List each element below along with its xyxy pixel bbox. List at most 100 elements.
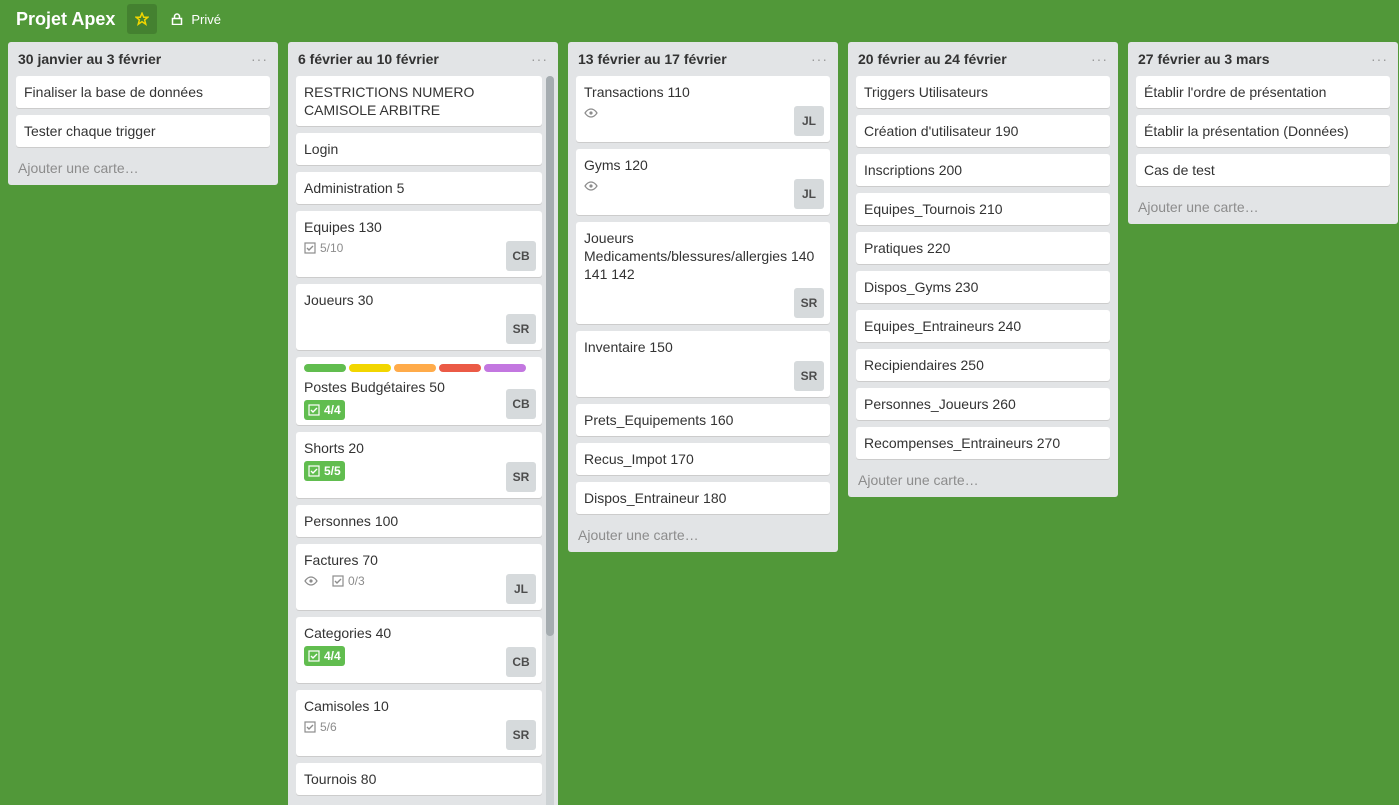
checklist-icon	[304, 721, 316, 733]
list-menu-button[interactable]: ···	[251, 52, 268, 66]
checklist-count: 0/3	[348, 574, 365, 588]
list-scrollbar[interactable]	[546, 76, 554, 805]
card[interactable]: Cas de test	[1136, 154, 1390, 186]
checklist-icon	[308, 465, 320, 477]
card[interactable]: Inscriptions 200	[856, 154, 1110, 186]
list-menu-button[interactable]: ···	[1371, 52, 1388, 66]
list-title[interactable]: 13 février au 17 février	[578, 51, 727, 67]
checklist-count: 4/4	[324, 649, 341, 663]
card[interactable]: Recompenses_Entraineurs 270	[856, 427, 1110, 459]
card[interactable]: Login	[296, 133, 542, 165]
star-icon	[135, 12, 150, 26]
card[interactable]: Établir l'ordre de présentation	[1136, 76, 1390, 108]
card[interactable]: Equipes 130 5/10 CB	[296, 211, 542, 277]
card[interactable]: RESTRICTIONS NUMERO CAMISOLE ARBITRE	[296, 76, 542, 126]
card[interactable]: Joueurs 30 SR	[296, 284, 542, 350]
checklist-badge: 0/3	[332, 574, 365, 588]
card[interactable]: Administration 5	[296, 172, 542, 204]
watch-badge	[584, 181, 602, 191]
list-menu-button[interactable]: ···	[811, 52, 828, 66]
checklist-icon	[308, 650, 320, 662]
add-card-button[interactable]: Ajouter une carte…	[568, 521, 838, 552]
checklist-icon	[308, 404, 320, 416]
checklist-icon	[332, 575, 344, 587]
card-title: RESTRICTIONS NUMERO CAMISOLE ARBITRE	[304, 84, 475, 118]
board-title[interactable]: Projet Apex	[16, 9, 115, 30]
card-title: Triggers Utilisateurs	[864, 84, 988, 100]
card[interactable]: Établir la présentation (Données)	[1136, 115, 1390, 147]
label-yellow	[349, 364, 391, 372]
card-title: Gyms 120	[584, 157, 648, 173]
card[interactable]: Joueurs Medicaments/blessures/allergies …	[576, 222, 830, 324]
checklist-badge: 5/10	[304, 241, 343, 255]
add-card-button[interactable]: Ajouter une carte…	[1128, 193, 1398, 224]
list: 13 février au 17 février ··· Transaction…	[568, 42, 838, 552]
avatar[interactable]: CB	[506, 241, 536, 271]
list: 30 janvier au 3 février ··· Finaliser la…	[8, 42, 278, 185]
avatar[interactable]: JL	[794, 179, 824, 209]
list-menu-button[interactable]: ···	[1091, 52, 1108, 66]
card[interactable]: Camisoles 10 5/6 SR	[296, 690, 542, 756]
card[interactable]: Pratiques 220	[856, 232, 1110, 264]
card[interactable]: Dispos_Gyms 230	[856, 271, 1110, 303]
avatar[interactable]: CB	[506, 647, 536, 677]
card-title: Tournois 80	[304, 771, 377, 787]
card-title: Categories 40	[304, 625, 392, 641]
card-title: Equipes_Tournois 210	[864, 201, 1003, 217]
checklist-count: 4/4	[324, 403, 341, 417]
checklist-badge: 4/4	[304, 646, 345, 666]
card[interactable]: Création d'utilisateur 190	[856, 115, 1110, 147]
card-title: Transactions 110	[584, 84, 690, 100]
card[interactable]: Equipes_Entraineurs 240	[856, 310, 1110, 342]
card[interactable]: Personnes 100	[296, 505, 542, 537]
card[interactable]: Gyms 120 JL	[576, 149, 830, 215]
card-title: Établir l'ordre de présentation	[1144, 84, 1327, 100]
card-title: Joueurs Medicaments/blessures/allergies …	[584, 230, 815, 282]
card[interactable]: Shorts 20 5/5 SR	[296, 432, 542, 498]
checklist-icon	[304, 242, 316, 254]
card[interactable]: Equipes_Tournois 210	[856, 193, 1110, 225]
avatar[interactable]: SR	[506, 462, 536, 492]
avatar[interactable]: JL	[506, 574, 536, 604]
card[interactable]: Prets_Equipements 160	[576, 404, 830, 436]
card-title: Tester chaque trigger	[24, 123, 156, 139]
card-title: Joueurs 30	[304, 292, 374, 308]
card[interactable]: Recus_Impot 170	[576, 443, 830, 475]
privacy-button[interactable]: Privé	[171, 12, 221, 27]
card[interactable]: Dispos_Entraineur 180	[576, 482, 830, 514]
card[interactable]: Finaliser la base de données	[16, 76, 270, 108]
checklist-count: 5/10	[320, 241, 344, 255]
card[interactable]: Inventaire 150 SR	[576, 331, 830, 397]
avatar[interactable]: JL	[794, 106, 824, 136]
scroll-thumb[interactable]	[546, 76, 554, 636]
label-orange	[394, 364, 436, 372]
card-title: Recipiendaires 250	[864, 357, 984, 373]
checklist-badge: 5/6	[304, 720, 337, 734]
add-card-button[interactable]: Ajouter une carte…	[848, 466, 1118, 497]
list-title[interactable]: 27 février au 3 mars	[1138, 51, 1270, 67]
avatar[interactable]: SR	[506, 720, 536, 750]
avatar[interactable]: SR	[794, 288, 824, 318]
add-card-button[interactable]: Ajouter une carte…	[8, 154, 278, 185]
card[interactable]: Postes Budgétaires 50 4/4 CB	[296, 357, 542, 425]
list-menu-button[interactable]: ···	[531, 52, 548, 66]
avatar[interactable]: CB	[506, 389, 536, 419]
avatar[interactable]: SR	[794, 361, 824, 391]
list-title[interactable]: 30 janvier au 3 février	[18, 51, 161, 67]
watch-badge	[304, 576, 322, 586]
card[interactable]: Triggers Utilisateurs	[856, 76, 1110, 108]
card[interactable]: Transactions 110 JL	[576, 76, 830, 142]
card[interactable]: Recipiendaires 250	[856, 349, 1110, 381]
card[interactable]: Tournois 80	[296, 763, 542, 795]
card-title: Cas de test	[1144, 162, 1215, 178]
avatar[interactable]: SR	[506, 314, 536, 344]
card-title: Login	[304, 141, 339, 157]
star-button[interactable]	[127, 4, 158, 34]
card[interactable]: Factures 70 0/3 JL	[296, 544, 542, 610]
card[interactable]: Personnes_Joueurs 260	[856, 388, 1110, 420]
list-title[interactable]: 6 février au 10 février	[298, 51, 439, 67]
card[interactable]: Tester chaque trigger	[16, 115, 270, 147]
card[interactable]: Categories 40 4/4 CB	[296, 617, 542, 683]
list-title[interactable]: 20 février au 24 février	[858, 51, 1007, 67]
card-title: Postes Budgétaires 50	[304, 379, 445, 395]
